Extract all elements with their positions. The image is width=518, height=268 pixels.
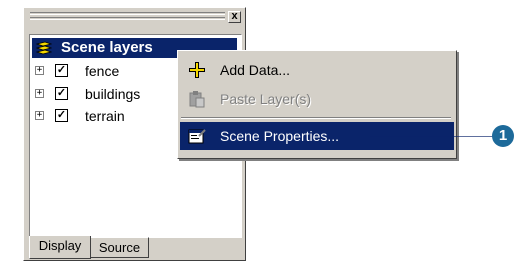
layer-visibility-checkbox[interactable]: ✓ [55,64,68,77]
tab-source[interactable]: Source [91,237,149,258]
menu-item-label: Scene Properties... [220,128,340,144]
menu-separator [181,117,451,119]
properties-icon [188,129,206,144]
layer-row-terrain[interactable]: + ✓ terrain [30,108,180,124]
panel-grip[interactable] [30,12,225,15]
layer-label: buildings [85,86,141,102]
expand-icon[interactable]: + [35,111,44,120]
menu-item-label: Add Data... [220,62,291,78]
context-menu: Add Data... Paste Layer(s) Scene Propert… [177,50,457,159]
tab-display[interactable]: Display [29,236,91,259]
menu-item-add-data[interactable]: Add Data... [180,56,454,84]
layers-stack-icon [36,41,52,55]
step-callout-badge: 1 [492,125,514,147]
menu-item-paste-layers: Paste Layer(s) [180,85,454,113]
menu-item-label: Paste Layer(s) [220,91,312,107]
layer-row-buildings[interactable]: + ✓ buildings [30,86,180,102]
layer-row-fence[interactable]: + ✓ fence [30,63,180,79]
expand-icon[interactable]: + [35,89,44,98]
layer-label: terrain [85,108,125,124]
add-data-icon [189,62,205,78]
layer-visibility-checkbox[interactable]: ✓ [55,109,68,122]
expand-icon[interactable]: + [35,66,44,75]
layer-visibility-checkbox[interactable]: ✓ [55,87,68,100]
paste-icon [189,91,205,108]
root-label: Scene layers [61,39,153,56]
close-button[interactable]: x [228,11,241,23]
callout-leader-line [370,136,494,137]
panel-grip-lower[interactable] [30,17,225,20]
layer-label: fence [85,63,120,79]
